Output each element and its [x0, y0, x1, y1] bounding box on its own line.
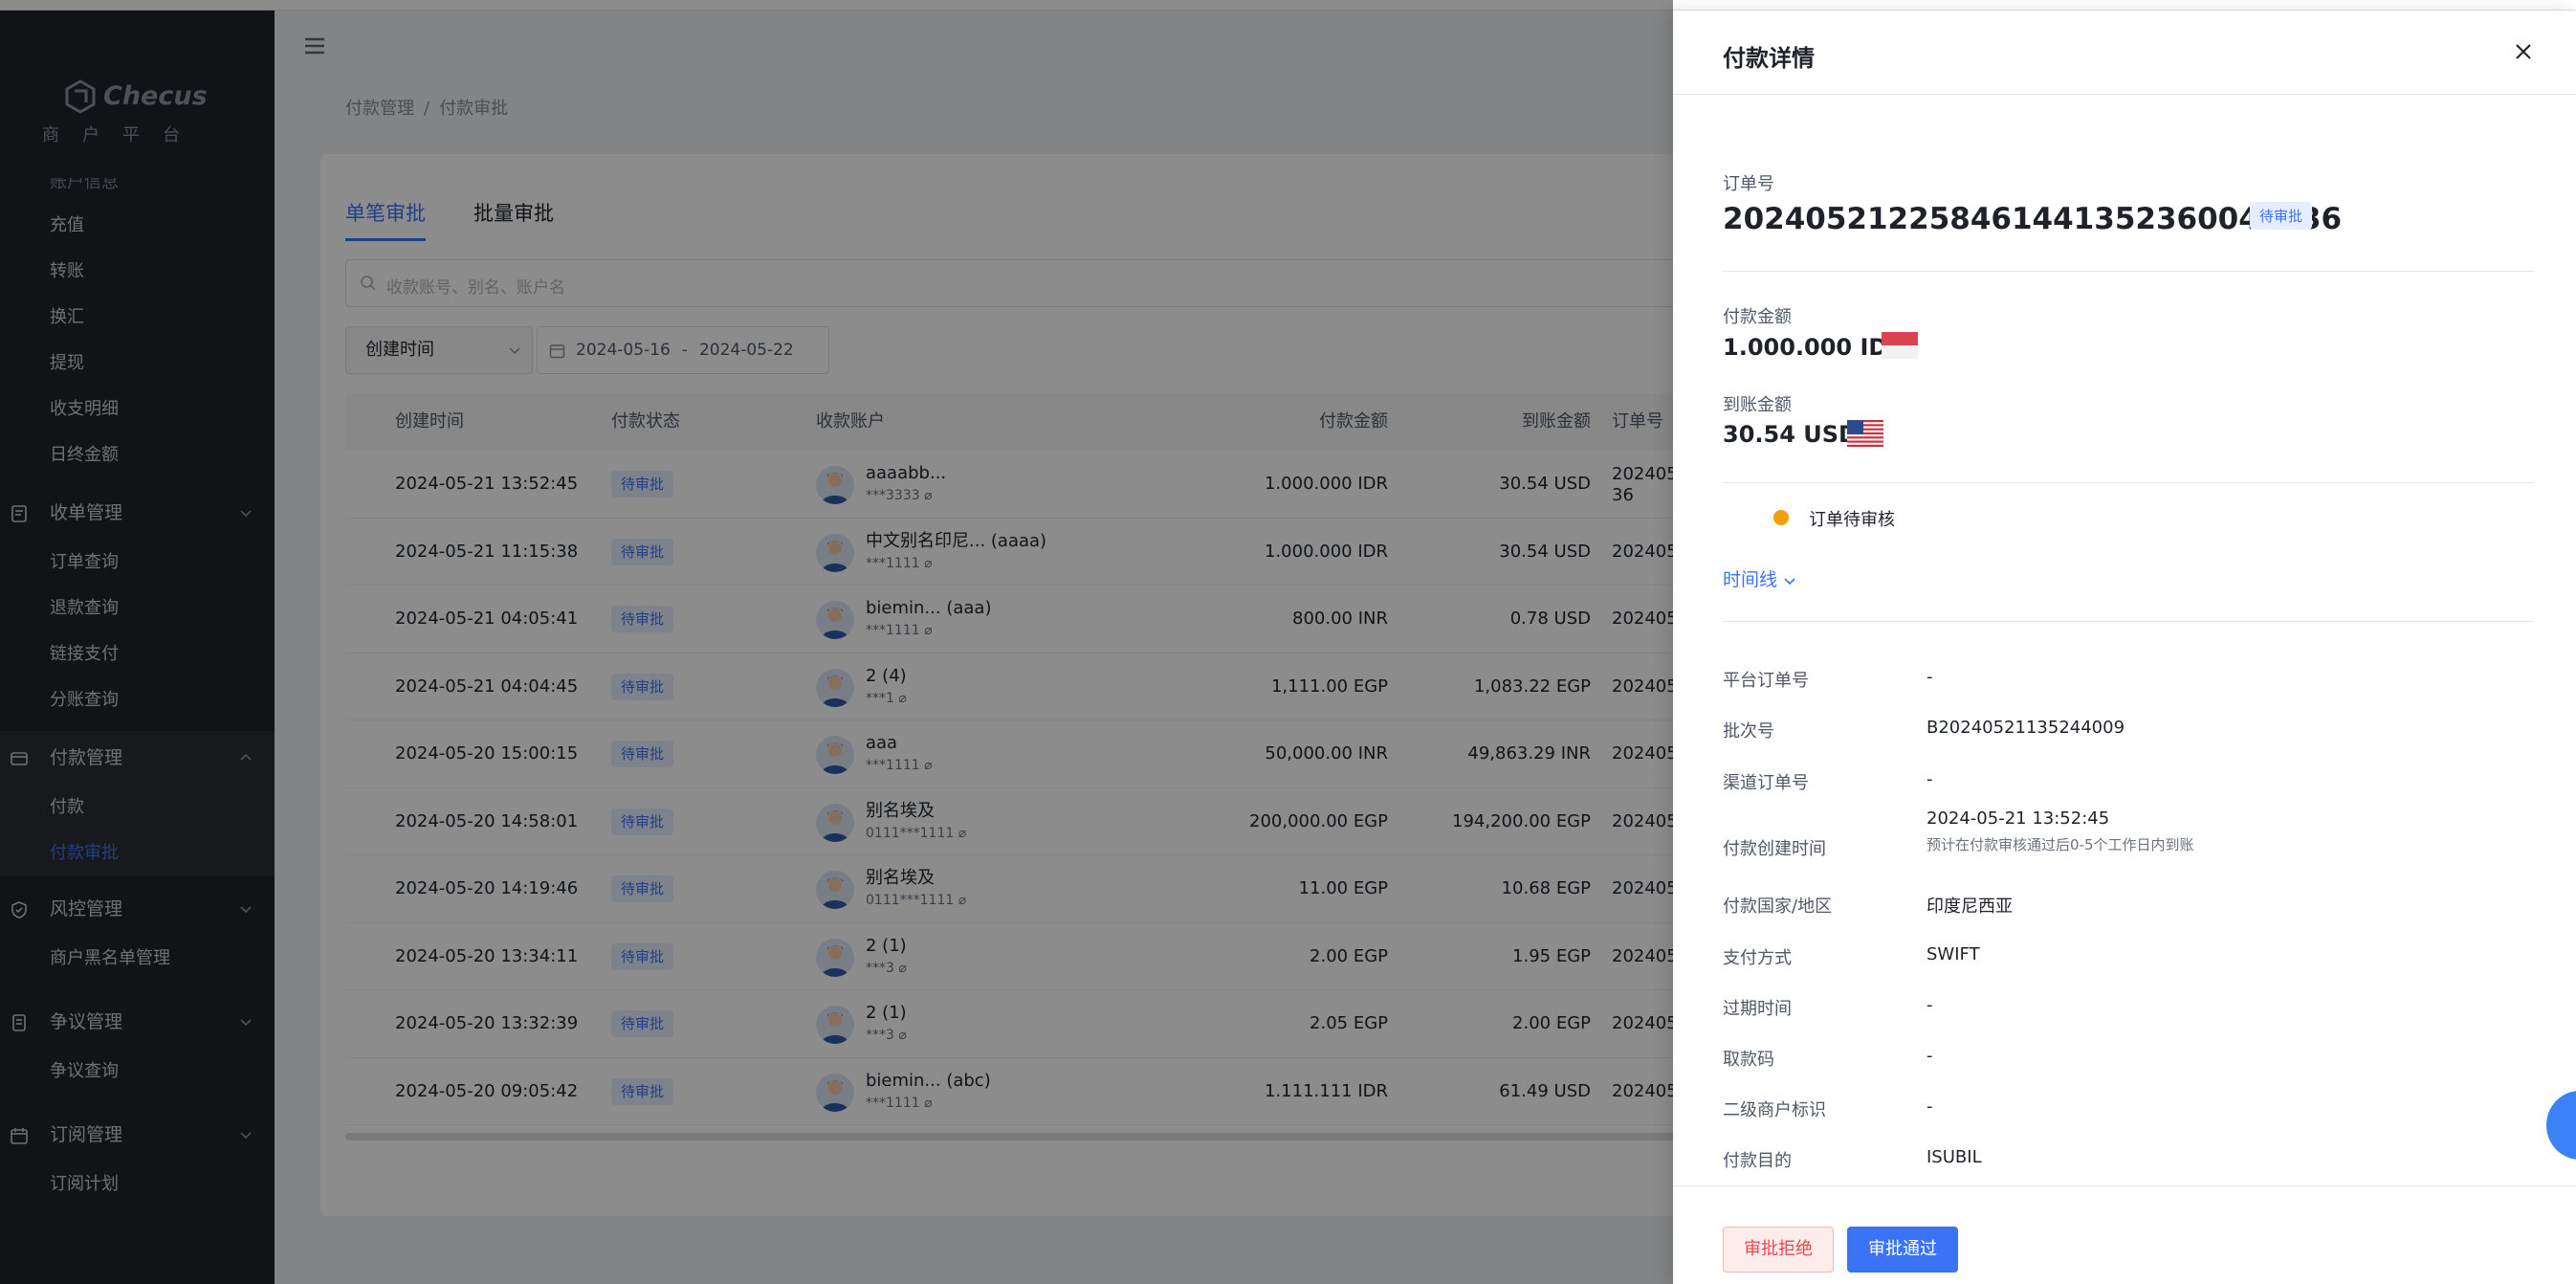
detail-value: - — [1926, 1096, 1933, 1117]
detail-value: SWIFT — [1926, 944, 1980, 964]
divider — [1723, 482, 2534, 483]
timeline-toggle[interactable]: 时间线 — [1723, 565, 1796, 591]
payment-detail-drawer: 付款详情 订单号 20240521225846144135236004593​6… — [1673, 11, 2576, 1284]
order-status-text: 订单待审核 — [1809, 510, 1895, 530]
detail-key: 渠道订单号 — [1723, 773, 1809, 793]
pending-clock-icon — [1773, 510, 1789, 525]
order-no-label: 订单号 — [1723, 174, 1774, 194]
detail-value: - — [1926, 995, 1933, 1015]
detail-value: ISUBIL — [1926, 1147, 1982, 1167]
detail-value: - — [1926, 667, 1933, 687]
detail-value: - — [1926, 1046, 1933, 1066]
detail-key: 过期时间 — [1723, 999, 1792, 1019]
pay-amount-label: 付款金额 — [1723, 307, 1792, 327]
detail-value: B20240521135244009 — [1926, 718, 2125, 738]
close-icon[interactable] — [2509, 37, 2538, 66]
detail-key: 取款码 — [1723, 1050, 1774, 1070]
indonesia-flag-icon — [1882, 332, 1918, 359]
status-badge: 待审批 — [2250, 202, 2313, 230]
detail-key: 批次号 — [1723, 721, 1774, 742]
detail-key: 支付方式 — [1723, 948, 1792, 968]
usa-flag-icon — [1847, 420, 1883, 447]
divider — [1723, 621, 2534, 622]
drawer-footer: 审批拒绝 审批通过 — [1673, 1185, 2576, 1284]
detail-key: 付款国家/地区 — [1723, 897, 1833, 917]
detail-value: - — [1926, 769, 1933, 789]
modal-overlay[interactable] — [0, 0, 1673, 1284]
drawer-header: 付款详情 — [1673, 11, 2576, 95]
chevron-down-icon — [1784, 577, 1795, 585]
pay-amount-value: 1.000.000 IDR — [1723, 334, 1905, 361]
detail-key: 平台订单号 — [1723, 671, 1809, 691]
approve-button[interactable]: 审批通过 — [1847, 1227, 1958, 1273]
drawer-title: 付款详情 — [1723, 45, 1815, 72]
recv-amount-value: 30.54 USD — [1723, 421, 1858, 448]
detail-subtext: 预计在付款审核通过后0-5个工作日内到账 — [1926, 836, 2194, 853]
reject-button[interactable]: 审批拒绝 — [1723, 1227, 1834, 1273]
detail-value: 2024-05-21 13:52:45 — [1926, 808, 2110, 829]
divider — [1723, 271, 2534, 272]
recv-amount-label: 到账金额 — [1723, 395, 1792, 415]
detail-key: 付款创建时间 — [1723, 839, 1826, 859]
detail-value: 印度尼西亚 — [1926, 897, 2013, 917]
detail-key: 二级商户标识 — [1723, 1100, 1826, 1120]
timeline-label: 时间线 — [1723, 569, 1778, 590]
detail-key: 付款目的 — [1723, 1151, 1792, 1171]
